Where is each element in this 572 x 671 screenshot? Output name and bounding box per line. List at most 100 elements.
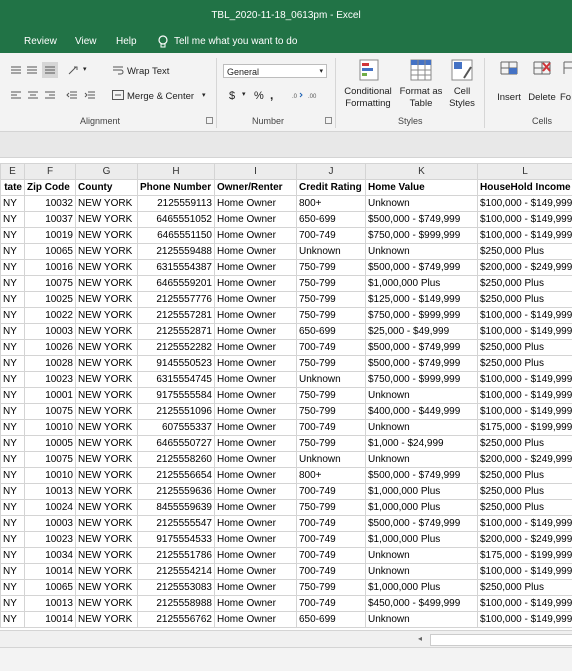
merge-dropdown-icon[interactable]: ▾ (202, 91, 206, 99)
header-cell[interactable]: Credit Rating (297, 180, 366, 196)
table-cell[interactable]: 10014 (25, 612, 76, 628)
table-cell[interactable]: NEW YORK (76, 420, 138, 436)
tab-help[interactable]: Help (116, 36, 137, 47)
table-cell[interactable]: $100,000 - $149,999 (478, 564, 572, 580)
table-cell[interactable]: 700-749 (297, 228, 366, 244)
table-cell[interactable]: $175,000 - $199,999 (478, 420, 572, 436)
table-cell[interactable]: Home Owner (215, 564, 297, 580)
table-cell[interactable]: $100,000 - $149,999 (478, 372, 572, 388)
column-letter[interactable]: H (138, 164, 215, 180)
table-cell[interactable]: $200,000 - $249,999 (478, 452, 572, 468)
table-cell[interactable]: $100,000 - $149,999 (478, 196, 572, 212)
table-cell[interactable]: 750-799 (297, 388, 366, 404)
percent-button[interactable]: % (254, 90, 264, 102)
table-cell[interactable]: $500,000 - $749,999 (366, 356, 478, 372)
table-cell[interactable]: 9145550523 (138, 356, 215, 372)
table-cell[interactable]: 10037 (25, 212, 76, 228)
table-cell[interactable]: 700-749 (297, 484, 366, 500)
horizontal-scrollbar[interactable]: ◂ (0, 630, 572, 648)
table-cell[interactable]: $1,000,000 Plus (366, 532, 478, 548)
table-cell[interactable]: Unknown (366, 244, 478, 260)
table-cell[interactable]: $1,000,000 Plus (366, 276, 478, 292)
table-cell[interactable]: Unknown (297, 452, 366, 468)
table-cell[interactable]: Unknown (366, 196, 478, 212)
table-cell[interactable]: $100,000 - $149,999 (478, 516, 572, 532)
table-cell[interactable]: NY (1, 260, 25, 276)
table-cell[interactable]: 2125551786 (138, 548, 215, 564)
table-cell[interactable]: 10023 (25, 532, 76, 548)
table-cell[interactable]: 2125557776 (138, 292, 215, 308)
table-cell[interactable]: Unknown (366, 612, 478, 628)
table-cell[interactable]: NEW YORK (76, 548, 138, 564)
cell-styles-button[interactable]: Cell Styles (446, 57, 478, 115)
table-cell[interactable]: NY (1, 436, 25, 452)
table-cell[interactable]: $400,000 - $449,999 (366, 404, 478, 420)
header-cell[interactable]: Owner/Renter (215, 180, 297, 196)
table-cell[interactable]: 650-699 (297, 212, 366, 228)
table-cell[interactable]: $500,000 - $749,999 (366, 516, 478, 532)
table-cell[interactable]: NY (1, 564, 25, 580)
column-letter[interactable]: E (1, 164, 25, 180)
table-cell[interactable]: NEW YORK (76, 532, 138, 548)
table-cell[interactable]: 10003 (25, 516, 76, 532)
column-letter[interactable]: K (366, 164, 478, 180)
table-cell[interactable]: 750-799 (297, 308, 366, 324)
table-cell[interactable]: NEW YORK (76, 516, 138, 532)
table-cell[interactable]: 10019 (25, 228, 76, 244)
insert-cells-button[interactable]: Insert (492, 57, 526, 115)
table-cell[interactable]: $500,000 - $749,999 (366, 260, 478, 276)
table-cell[interactable]: 10024 (25, 500, 76, 516)
table-cell[interactable]: NY (1, 452, 25, 468)
table-cell[interactable]: NEW YORK (76, 612, 138, 628)
table-cell[interactable]: Home Owner (215, 196, 297, 212)
table-cell[interactable]: $1,000,000 Plus (366, 580, 478, 596)
table-cell[interactable]: NEW YORK (76, 276, 138, 292)
table-cell[interactable]: 2125551096 (138, 404, 215, 420)
table-cell[interactable]: Unknown (366, 388, 478, 404)
table-cell[interactable]: Home Owner (215, 516, 297, 532)
table-cell[interactable]: NY (1, 532, 25, 548)
table-cell[interactable]: 10003 (25, 324, 76, 340)
table-cell[interactable]: NY (1, 388, 25, 404)
table-cell[interactable]: $100,000 - $149,999 (478, 324, 572, 340)
increase-decimal-icon[interactable]: .0 (292, 90, 304, 100)
table-cell[interactable]: $200,000 - $249,999 (478, 260, 572, 276)
table-cell[interactable]: NY (1, 340, 25, 356)
table-cell[interactable]: 10025 (25, 292, 76, 308)
table-cell[interactable]: $750,000 - $999,999 (366, 308, 478, 324)
table-cell[interactable]: $750,000 - $999,999 (366, 372, 478, 388)
table-cell[interactable]: NEW YORK (76, 292, 138, 308)
orientation-dropdown-icon[interactable]: ▾ (83, 65, 87, 73)
table-cell[interactable]: 2125557281 (138, 308, 215, 324)
table-cell[interactable]: 750-799 (297, 580, 366, 596)
table-cell[interactable]: NEW YORK (76, 324, 138, 340)
column-letter[interactable]: G (76, 164, 138, 180)
table-cell[interactable]: Home Owner (215, 404, 297, 420)
table-cell[interactable]: $250,000 Plus (478, 340, 572, 356)
table-cell[interactable]: NY (1, 468, 25, 484)
tab-review[interactable]: Review (24, 36, 57, 47)
table-cell[interactable]: NY (1, 276, 25, 292)
table-cell[interactable]: $250,000 Plus (478, 436, 572, 452)
table-cell[interactable]: $1,000,000 Plus (366, 484, 478, 500)
align-left-icon[interactable] (10, 90, 22, 100)
table-cell[interactable]: 6315554387 (138, 260, 215, 276)
table-cell[interactable]: NEW YORK (76, 564, 138, 580)
table-cell[interactable]: NY (1, 484, 25, 500)
number-launcher-icon[interactable] (325, 117, 332, 124)
table-cell[interactable]: NEW YORK (76, 356, 138, 372)
table-cell[interactable]: $250,000 Plus (478, 276, 572, 292)
table-cell[interactable]: 700-749 (297, 420, 366, 436)
table-cell[interactable]: Home Owner (215, 420, 297, 436)
table-cell[interactable]: 2125558988 (138, 596, 215, 612)
table-cell[interactable]: NY (1, 420, 25, 436)
tell-me-search[interactable]: Tell me what you want to do (158, 35, 297, 48)
table-cell[interactable]: 10013 (25, 484, 76, 500)
table-cell[interactable]: Home Owner (215, 468, 297, 484)
align-right-icon[interactable] (44, 90, 56, 100)
header-cell[interactable]: Zip Code (25, 180, 76, 196)
table-cell[interactable]: 2125558260 (138, 452, 215, 468)
table-cell[interactable]: Home Owner (215, 228, 297, 244)
table-cell[interactable]: 9175555584 (138, 388, 215, 404)
table-cell[interactable]: $250,000 Plus (478, 356, 572, 372)
